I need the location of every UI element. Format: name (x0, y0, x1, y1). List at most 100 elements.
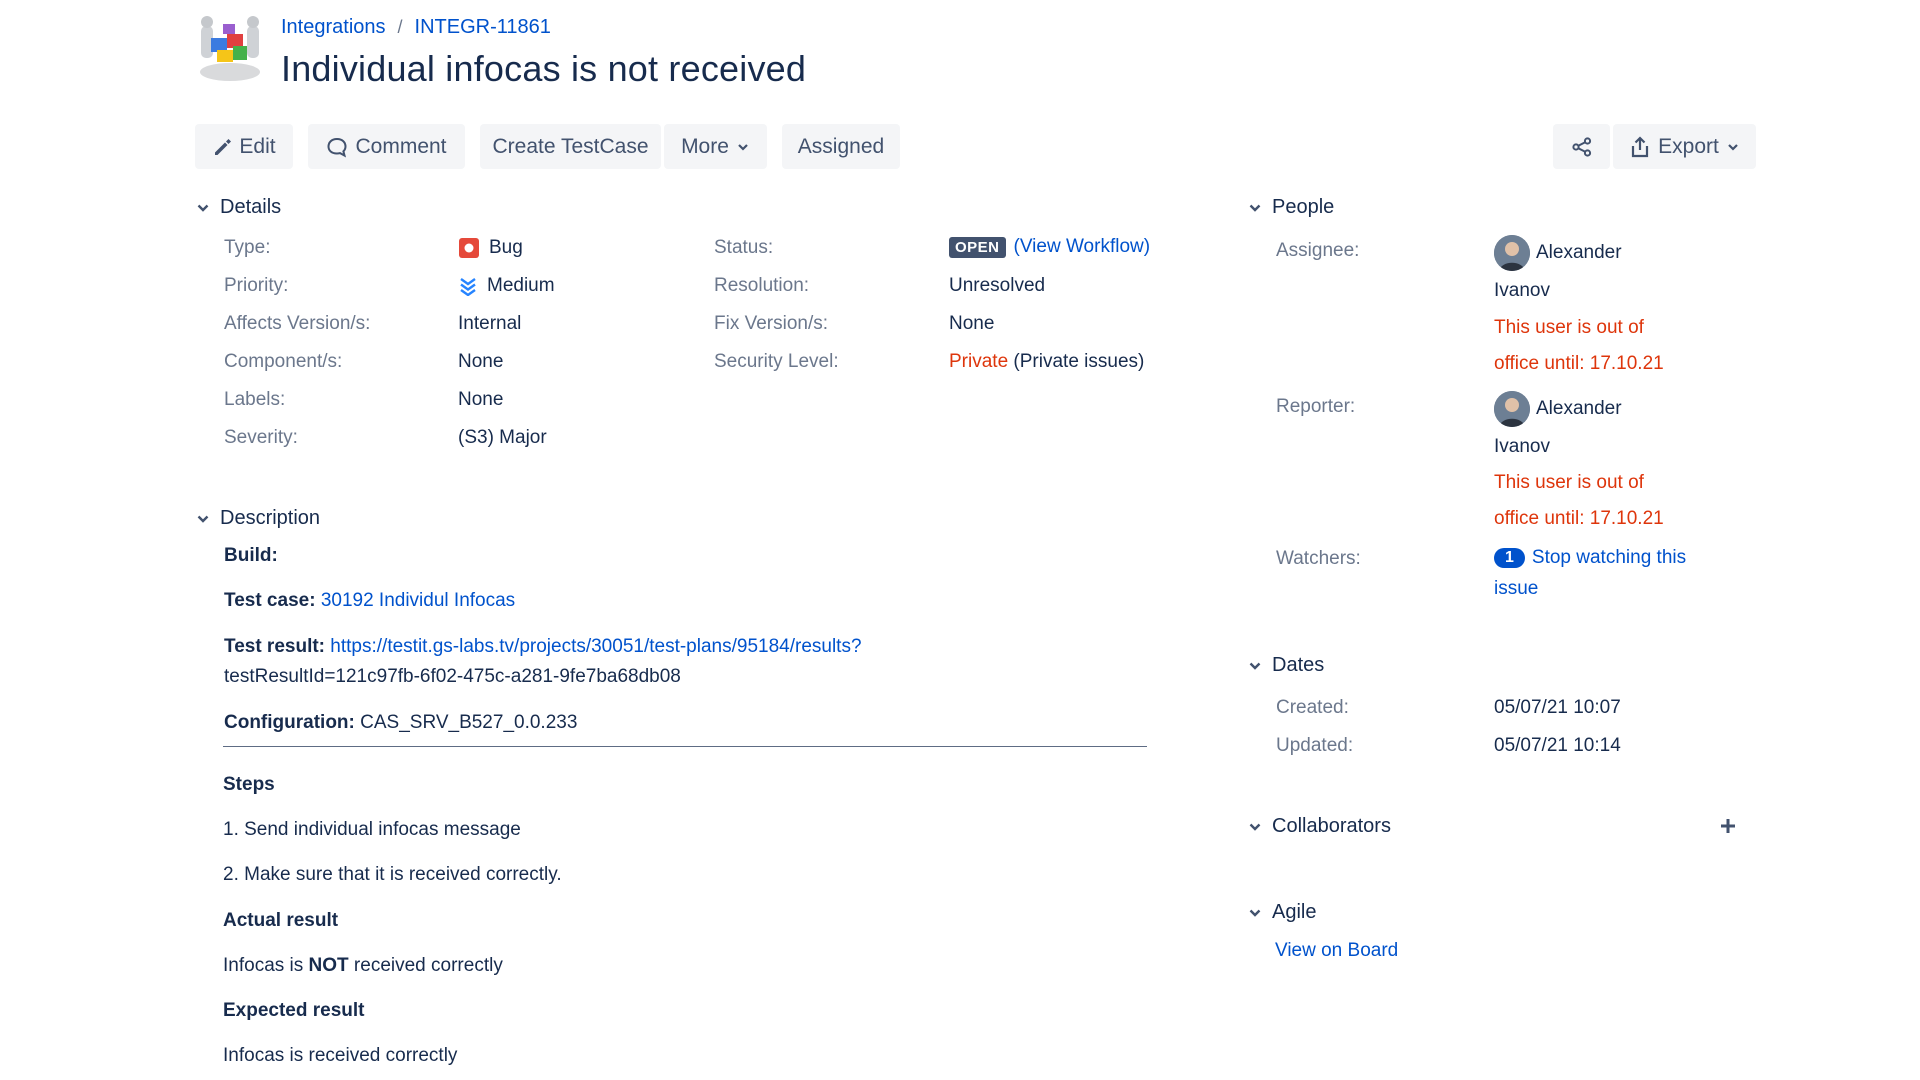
fix-version-label: Fix Version/s: (714, 313, 829, 334)
add-collaborator-button[interactable] (1718, 816, 1738, 842)
description-section-toggle[interactable]: Description (196, 507, 320, 530)
assigned-button[interactable]: Assigned (782, 124, 900, 169)
comment-icon (327, 137, 347, 157)
assignee-user[interactable]: Alexander (1494, 235, 1622, 271)
security-level-note: (Private issues) (1013, 351, 1145, 372)
share-button[interactable] (1553, 124, 1610, 169)
description-heading: Description (220, 507, 321, 529)
type-label: Type: (224, 237, 271, 258)
test-case-link[interactable]: 30192 Individul Infocas (321, 590, 515, 611)
export-button[interactable]: Export (1613, 124, 1756, 169)
chevron-down-icon (1249, 909, 1261, 917)
actual-result-text: Infocas is NOT received correctly (223, 955, 503, 977)
affects-version-label: Affects Version/s: (224, 313, 371, 334)
assigned-button-label: Assigned (797, 134, 885, 158)
comment-button[interactable]: Comment (308, 124, 465, 169)
test-case-line: Test case: 30192 Individul Infocas (224, 590, 515, 612)
assignee-ooo-line-1: This user is out of (1494, 317, 1644, 338)
chevron-down-icon (1728, 143, 1738, 151)
resolution-label: Resolution: (714, 275, 810, 296)
chevron-down-icon (197, 515, 209, 523)
reporter-ooo-line-1: This user is out of (1494, 472, 1644, 493)
avatar (1494, 391, 1530, 427)
test-result-line: Test result: https://testit.gs-labs.tv/p… (224, 636, 862, 658)
actual-result-pre: Infocas is (223, 955, 309, 976)
test-result-link-continued[interactable]: testResultId=121c97fb-6f02-475c-a281-9fe… (224, 666, 681, 688)
create-testcase-button[interactable]: Create TestCase (480, 124, 661, 169)
edit-button-label: Edit (239, 134, 276, 158)
share-icon (1571, 136, 1591, 157)
more-button[interactable]: More (664, 124, 767, 169)
chevron-down-icon (1249, 823, 1261, 831)
created-value: 05/07/21 10:07 (1494, 697, 1621, 718)
actual-result-emphasis: NOT (308, 955, 349, 976)
actual-result-post: received correctly (348, 955, 503, 976)
status-label: Status: (714, 237, 774, 258)
breadcrumb: Integrations / INTEGR-11861 (281, 16, 551, 39)
priority-medium-icon (460, 278, 476, 296)
stop-watching-link-continued[interactable]: issue (1494, 578, 1538, 600)
dates-section-toggle[interactable]: Dates (1248, 654, 1324, 677)
resolution-value: Unresolved (949, 275, 1046, 296)
status-value: OPEN (View Workflow) (949, 236, 1150, 258)
type-value: Bug (458, 237, 523, 259)
fix-version-value: None (949, 313, 995, 334)
plus-icon (1721, 819, 1735, 833)
edit-button[interactable]: Edit (195, 124, 293, 169)
create-testcase-label: Create TestCase (492, 134, 649, 158)
collaborators-section-toggle[interactable]: Collaborators (1248, 815, 1391, 838)
page-title: Individual infocas is not received (281, 48, 807, 89)
collaborators-heading: Collaborators (1272, 815, 1391, 837)
created-label: Created: (1276, 697, 1349, 718)
export-icon (1632, 135, 1649, 157)
details-section-toggle[interactable]: Details (196, 196, 281, 219)
project-avatar[interactable] (195, 12, 265, 84)
steps-heading: Steps (223, 774, 275, 795)
more-button-label: More (681, 134, 729, 158)
severity-value: (S3) Major (458, 427, 547, 448)
build-label: Build: (224, 545, 278, 566)
configuration-line: Configuration: CAS_SRV_B527_0.0.233 (224, 712, 577, 734)
stop-watching-link[interactable]: Stop watching this (1532, 547, 1686, 569)
export-button-label: Export (1658, 134, 1719, 158)
affects-version-value[interactable]: Internal (458, 313, 521, 335)
people-section-toggle[interactable]: People (1248, 196, 1334, 219)
test-case-label: Test case: (224, 590, 316, 611)
expected-result-text: Infocas is received correctly (223, 1045, 458, 1066)
avatar (1494, 235, 1530, 271)
agile-section-toggle[interactable]: Agile (1248, 901, 1316, 924)
view-on-board-link[interactable]: View on Board (1275, 940, 1398, 962)
priority-value-text: Medium (487, 275, 555, 296)
assignee-label: Assignee: (1276, 240, 1360, 261)
description-divider (223, 746, 1147, 747)
reporter-user[interactable]: Alexander (1494, 391, 1622, 427)
component-label: Component/s: (224, 351, 343, 372)
chevron-down-icon (738, 143, 748, 151)
bug-icon (459, 238, 479, 258)
pencil-icon (215, 138, 232, 155)
watchers-count-badge[interactable]: 1 (1494, 548, 1525, 568)
labels-value: None (458, 389, 504, 410)
component-value: None (458, 351, 504, 372)
security-level-private: Private (949, 351, 1009, 372)
breadcrumb-project-link[interactable]: Integrations (281, 16, 386, 39)
chevron-down-icon (1249, 204, 1261, 212)
security-level-label: Security Level: (714, 351, 839, 372)
priority-label: Priority: (224, 275, 289, 296)
agile-heading: Agile (1272, 901, 1317, 923)
security-level-value: Private (Private issues) (949, 351, 1144, 373)
comment-button-label: Comment (355, 134, 447, 158)
breadcrumb-issue-key-link[interactable]: INTEGR-11861 (415, 16, 551, 39)
assignee-last-name[interactable]: Ivanov (1494, 280, 1550, 302)
test-result-link[interactable]: https://testit.gs-labs.tv/projects/30051… (330, 636, 861, 657)
configuration-label: Configuration: (224, 712, 355, 733)
step-1: 1. Send individual infocas message (223, 819, 521, 840)
people-heading: People (1272, 196, 1335, 218)
actual-result-heading: Actual result (223, 910, 339, 931)
reporter-last-name[interactable]: Ivanov (1494, 436, 1550, 458)
type-value-text: Bug (489, 237, 523, 258)
breadcrumb-separator: / (397, 17, 403, 37)
view-workflow-link[interactable]: (View Workflow) (1014, 236, 1151, 258)
labels-label: Labels: (224, 389, 286, 410)
watchers-label: Watchers: (1276, 548, 1361, 569)
